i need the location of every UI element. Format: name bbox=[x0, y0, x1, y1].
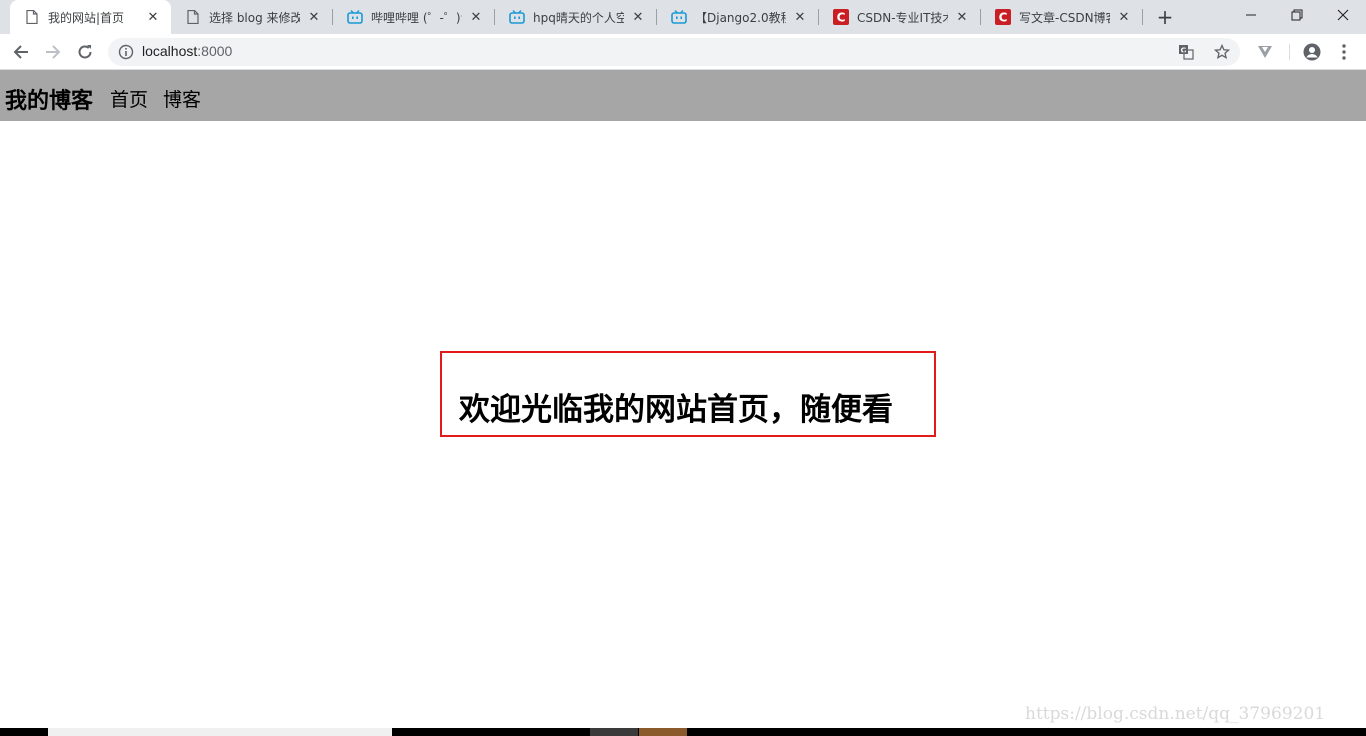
tab-hpq-space[interactable]: hpq晴天的个人空 ✕ bbox=[495, 0, 656, 34]
os-taskbar bbox=[0, 728, 1366, 736]
close-icon[interactable]: ✕ bbox=[954, 9, 970, 25]
tab-title: hpq晴天的个人空 bbox=[533, 10, 624, 25]
tab-title: 哔哩哔哩 (゜-゜)つ bbox=[371, 10, 462, 25]
reload-button[interactable] bbox=[72, 39, 98, 65]
nav-link-blog[interactable]: 博客 bbox=[163, 85, 201, 112]
info-icon[interactable] bbox=[118, 44, 134, 60]
taskbar-app-button[interactable] bbox=[590, 728, 638, 736]
svg-text:C: C bbox=[837, 11, 846, 25]
tab-strip: 我的网站|首页 ✕ 选择 blog 来修改 ✕ 哔哩哔哩 (゜-゜)つ ✕ hp… bbox=[0, 0, 1366, 34]
welcome-heading: 欢迎光临我的网站首页，随便看 bbox=[459, 392, 893, 428]
tab-csdn-write[interactable]: C 写文章-CSDN博客 ✕ bbox=[981, 0, 1142, 34]
tab-blog-admin[interactable]: 选择 blog 来修改 ✕ bbox=[171, 0, 332, 34]
site-brand[interactable]: 我的博客 bbox=[5, 83, 93, 115]
tab-title: 我的网站|首页 bbox=[48, 10, 125, 25]
bilibili-icon bbox=[671, 9, 687, 25]
tab-title: CSDN-专业IT技术 bbox=[857, 10, 948, 25]
forward-button[interactable] bbox=[40, 39, 66, 65]
taskbar-search-box[interactable] bbox=[48, 728, 392, 736]
watermark-text: https://blog.csdn.net/qq_37969201 bbox=[1025, 704, 1326, 724]
tab-csdn[interactable]: C CSDN-专业IT技术 ✕ bbox=[819, 0, 980, 34]
tab-django-tutorial[interactable]: 【Django2.0教程 ✕ bbox=[657, 0, 818, 34]
taskbar-app-button[interactable] bbox=[639, 728, 687, 736]
browser-toolbar: localhost:8000 G bbox=[0, 34, 1366, 70]
tab-home[interactable]: 我的网站|首页 ✕ bbox=[10, 0, 171, 34]
new-tab-button[interactable]: + bbox=[1153, 5, 1177, 29]
csdn-icon: C bbox=[995, 9, 1011, 25]
tab-title: 选择 blog 来修改 bbox=[209, 10, 300, 25]
url-port: :8000 bbox=[197, 43, 233, 59]
svg-text:C: C bbox=[999, 11, 1008, 25]
welcome-box: 欢迎光临我的网站首页，随便看 bbox=[440, 351, 936, 437]
tab-divider bbox=[1142, 9, 1143, 25]
close-icon[interactable]: ✕ bbox=[630, 9, 646, 25]
csdn-icon: C bbox=[833, 9, 849, 25]
site-navbar: 我的博客 首页 博客 bbox=[0, 70, 1366, 121]
bilibili-icon bbox=[347, 9, 363, 25]
menu-dots-icon[interactable] bbox=[1334, 42, 1354, 62]
restore-button[interactable] bbox=[1274, 0, 1320, 30]
tab-bilibili[interactable]: 哔哩哔哩 (゜-゜)つ ✕ bbox=[333, 0, 494, 34]
extension-icon[interactable] bbox=[1255, 42, 1275, 62]
address-bar[interactable]: localhost:8000 G bbox=[108, 38, 1240, 66]
page-icon bbox=[24, 9, 40, 25]
close-icon[interactable]: ✕ bbox=[468, 9, 484, 25]
page-icon bbox=[185, 9, 201, 25]
bilibili-icon bbox=[509, 9, 525, 25]
minimize-button[interactable] bbox=[1228, 0, 1274, 30]
close-icon[interactable]: ✕ bbox=[1116, 9, 1132, 25]
back-button[interactable] bbox=[8, 39, 34, 65]
toolbar-divider bbox=[1289, 44, 1290, 60]
close-icon[interactable]: ✕ bbox=[145, 9, 161, 25]
translate-icon[interactable]: G bbox=[1177, 43, 1195, 61]
url-text[interactable]: localhost:8000 bbox=[142, 43, 232, 59]
profile-avatar-icon[interactable] bbox=[1302, 42, 1322, 62]
nav-link-home[interactable]: 首页 bbox=[110, 85, 148, 112]
bookmark-star-icon[interactable] bbox=[1213, 43, 1231, 61]
close-icon[interactable]: ✕ bbox=[792, 9, 808, 25]
close-icon[interactable]: ✕ bbox=[306, 9, 322, 25]
tab-title: 【Django2.0教程 bbox=[695, 10, 786, 25]
tab-title: 写文章-CSDN博客 bbox=[1019, 10, 1110, 25]
url-host: localhost bbox=[142, 43, 198, 59]
close-window-button[interactable] bbox=[1320, 0, 1366, 30]
